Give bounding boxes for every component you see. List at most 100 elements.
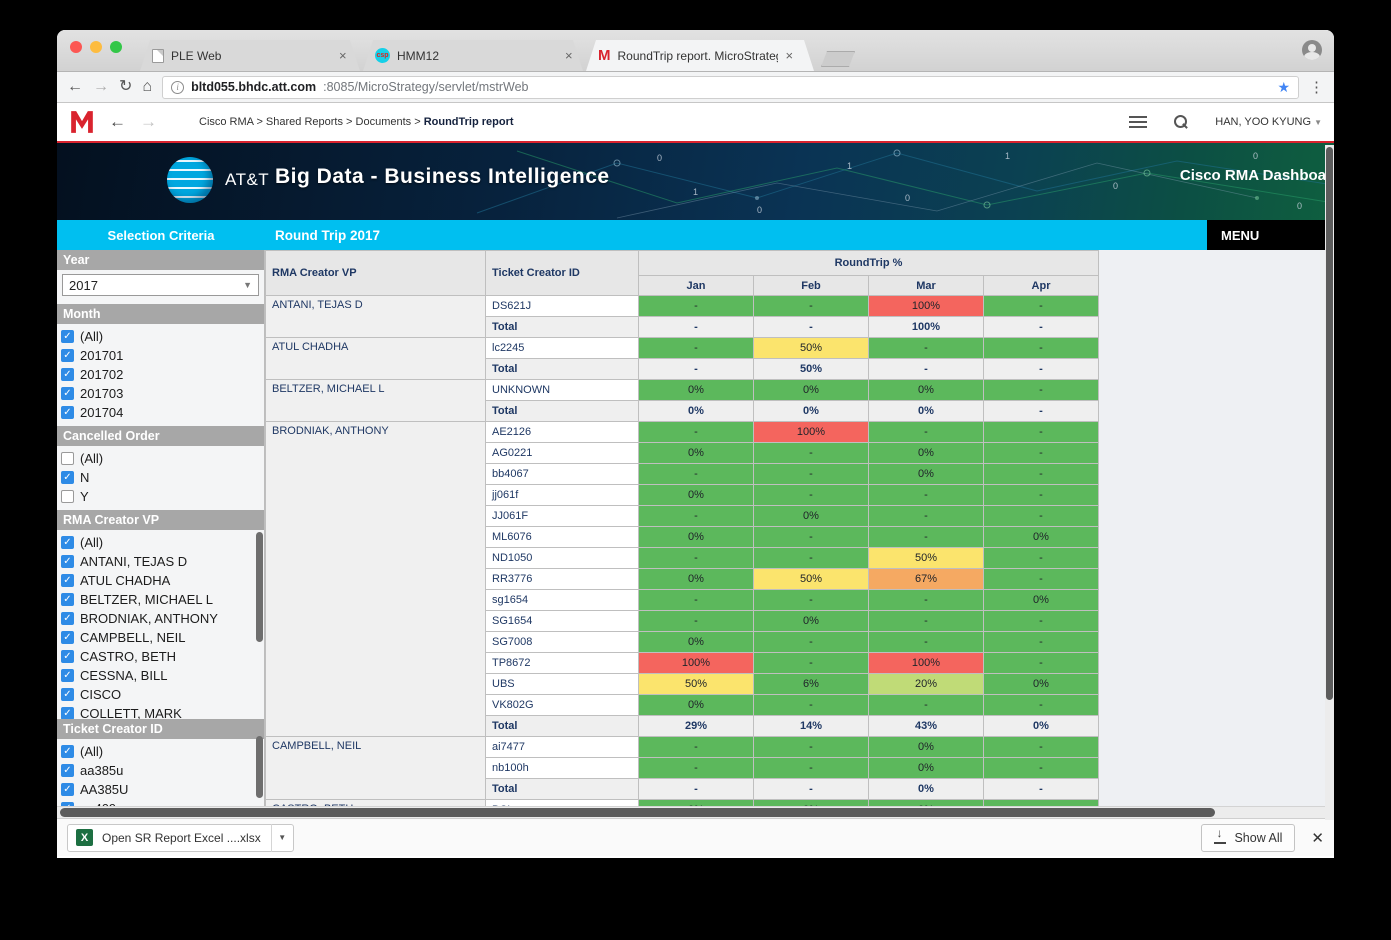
tab-hmm12[interactable]: csp HMM12 × xyxy=(363,40,583,71)
checkbox[interactable]: ✓ xyxy=(61,783,74,796)
cancelled-order-option[interactable]: Y xyxy=(61,487,264,506)
close-downloads-bar-icon[interactable]: ✕ xyxy=(1311,829,1324,847)
horizontal-scrollbar-thumb[interactable] xyxy=(60,808,1215,817)
value-cell: 0% xyxy=(639,632,754,653)
ticket-creator-id-option[interactable]: ✓aa409r xyxy=(61,799,264,806)
rma-creator-vp-option[interactable]: ✓BRODNIAK, ANTHONY xyxy=(61,609,264,628)
tab-ple-web[interactable]: PLE Web × xyxy=(140,40,360,71)
rma-creator-vp-option[interactable]: ✓ATUL CHADHA xyxy=(61,571,264,590)
checkbox[interactable] xyxy=(61,490,74,503)
microstrategy-navbar: ← → Cisco RMA > Shared Reports > Documen… xyxy=(57,103,1334,143)
checkbox[interactable] xyxy=(61,452,74,465)
checkbox[interactable]: ✓ xyxy=(61,612,74,625)
month-option[interactable]: ✓201703 xyxy=(61,384,264,403)
profile-icon[interactable] xyxy=(1302,40,1322,60)
checkbox[interactable]: ✓ xyxy=(61,764,74,777)
ticket-id-cell: JJ061F xyxy=(486,506,639,527)
downloaded-file-button[interactable]: X Open SR Report Excel ....xlsx ▼ xyxy=(67,824,294,852)
rma-creator-vp-option[interactable]: ✓CESSNA, BILL xyxy=(61,666,264,685)
total-value-cell: 0% xyxy=(984,716,1099,737)
minimize-window-button[interactable] xyxy=(90,41,102,53)
user-menu[interactable]: HAN, YOO KYUNG ▼ xyxy=(1215,116,1322,128)
cancelled-order-option[interactable]: (All) xyxy=(61,449,264,468)
tab-close-icon[interactable]: × xyxy=(786,48,794,63)
home-icon[interactable]: ⌂ xyxy=(142,79,152,95)
page-info-icon[interactable]: i xyxy=(171,81,184,94)
new-tab-button[interactable] xyxy=(821,51,855,67)
checkbox[interactable]: ✓ xyxy=(61,745,74,758)
checkbox[interactable]: ✓ xyxy=(61,387,74,400)
checkbox[interactable]: ✓ xyxy=(61,593,74,606)
value-cell: 0% xyxy=(984,674,1099,695)
nav-back-icon[interactable]: ← xyxy=(109,112,126,132)
rma-creator-vp-option[interactable]: ✓CAMPBELL, NEIL xyxy=(61,628,264,647)
month-option[interactable]: ✓201701 xyxy=(61,346,264,365)
rma-creator-vp-option[interactable]: ✓ANTANI, TEJAS D xyxy=(61,552,264,571)
rma-creator-vp-option[interactable]: ✓CASTRO, BETH xyxy=(61,647,264,666)
nav-forward-icon[interactable]: → xyxy=(140,112,157,132)
tab-close-icon[interactable]: × xyxy=(565,48,573,63)
bookmark-star-icon[interactable]: ★ xyxy=(1277,79,1290,96)
forward-icon[interactable]: → xyxy=(93,79,109,95)
address-bar[interactable]: i bltd055.bhdc.att.com:8085/MicroStrateg… xyxy=(162,76,1299,99)
close-window-button[interactable] xyxy=(70,41,82,53)
zoom-window-button[interactable] xyxy=(110,41,122,53)
checkbox[interactable]: ✓ xyxy=(61,368,74,381)
checkbox[interactable]: ✓ xyxy=(61,555,74,568)
value-cell: - xyxy=(869,485,984,506)
window-controls[interactable] xyxy=(70,41,122,53)
month-option[interactable]: ✓201704 xyxy=(61,403,264,422)
checkbox[interactable]: ✓ xyxy=(61,406,74,419)
ticket-creator-id-option[interactable]: ✓AA385U xyxy=(61,780,264,799)
ticket-id-cell: ai7477 xyxy=(486,737,639,758)
browser-menu-icon[interactable]: ⋮ xyxy=(1309,78,1324,96)
checkbox[interactable]: ✓ xyxy=(61,471,74,484)
vertical-scrollbar[interactable] xyxy=(1325,145,1334,820)
value-cell: - xyxy=(984,569,1099,590)
value-cell: - xyxy=(869,632,984,653)
value-cell: - xyxy=(984,443,1099,464)
checkbox[interactable]: ✓ xyxy=(61,688,74,701)
att-banner: 010101000 AT&T Big Data - Business Intel… xyxy=(57,143,1334,220)
value-cell: - xyxy=(984,653,1099,674)
search-icon[interactable] xyxy=(1173,114,1189,130)
menu-button[interactable]: MENU xyxy=(1207,220,1328,250)
vertical-scrollbar-thumb[interactable] xyxy=(1326,147,1333,700)
download-options-caret[interactable]: ▼ xyxy=(271,824,293,852)
ticket-creator-id-option[interactable]: ✓(All) xyxy=(61,742,264,761)
vp-list-scrollbar[interactable] xyxy=(256,532,263,642)
breadcrumb-path[interactable]: Cisco RMA > Shared Reports > Documents > xyxy=(199,116,421,128)
url-path: :8085/MicroStrategy/servlet/mstrWeb xyxy=(323,80,528,94)
microstrategy-logo[interactable] xyxy=(69,109,95,135)
back-icon[interactable]: ← xyxy=(67,79,83,95)
menu-hamburger-icon[interactable] xyxy=(1129,116,1147,128)
cancelled-order-option[interactable]: ✓N xyxy=(61,468,264,487)
value-cell: - xyxy=(639,464,754,485)
year-dropdown[interactable]: 2017 ▼ xyxy=(62,274,259,296)
checkbox[interactable]: ✓ xyxy=(61,669,74,682)
rma-creator-vp-option[interactable]: ✓BELTZER, MICHAEL L xyxy=(61,590,264,609)
binary-digit: 0 xyxy=(905,193,910,203)
month-option[interactable]: ✓201702 xyxy=(61,365,264,384)
value-cell: - xyxy=(754,527,869,548)
month-option[interactable]: ✓(All) xyxy=(61,327,264,346)
rma-creator-vp-option[interactable]: ✓CISCO xyxy=(61,685,264,704)
reload-icon[interactable]: ↻ xyxy=(119,79,132,95)
checkbox[interactable]: ✓ xyxy=(61,536,74,549)
ticket-id-cell: UBS xyxy=(486,674,639,695)
horizontal-scrollbar[interactable] xyxy=(57,806,1334,818)
checkbox[interactable]: ✓ xyxy=(61,349,74,362)
rma-creator-vp-option[interactable]: ✓(All) xyxy=(61,533,264,552)
checkbox[interactable]: ✓ xyxy=(61,574,74,587)
value-cell: 0% xyxy=(869,443,984,464)
ticket-creator-id-option[interactable]: ✓aa385u xyxy=(61,761,264,780)
tab-close-icon[interactable]: × xyxy=(339,48,347,63)
checkbox[interactable]: ✓ xyxy=(61,650,74,663)
show-all-downloads-button[interactable]: Show All xyxy=(1201,824,1295,852)
tab-roundtrip-report[interactable]: M RoundTrip report. MicroStrateg × xyxy=(586,40,814,71)
ticket-list-scrollbar[interactable] xyxy=(256,736,263,798)
value-cell: - xyxy=(984,695,1099,716)
ticket-id-cell: DS621J xyxy=(486,296,639,317)
checkbox[interactable]: ✓ xyxy=(61,330,74,343)
checkbox[interactable]: ✓ xyxy=(61,631,74,644)
